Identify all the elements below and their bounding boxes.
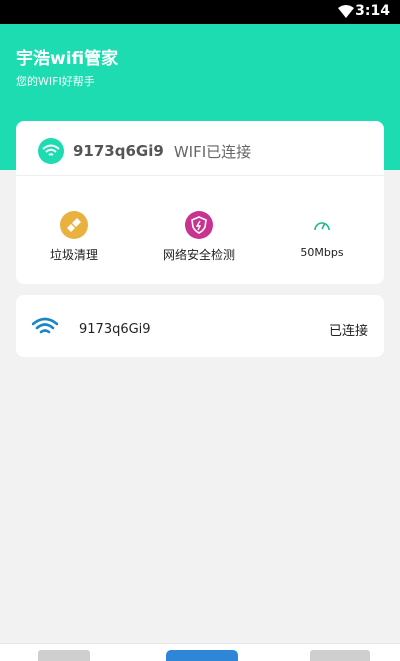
- tab-icon-left[interactable]: [38, 650, 90, 661]
- connection-status: WIFI已连接: [173, 142, 252, 161]
- tab-icon-right[interactable]: [310, 650, 370, 661]
- divider: [16, 175, 384, 176]
- clock: 3:14: [355, 3, 390, 19]
- connection-card: 9173q6Gi9 WIFI已连接 垃圾清理 网络安全检测 50Mbps: [16, 121, 384, 284]
- tab-icon-middle[interactable]: [166, 650, 238, 661]
- connected-ssid: 9173q6Gi9: [73, 142, 164, 160]
- security-check-label: 网络安全检测: [162, 248, 235, 262]
- status-bar: 3:14: [0, 0, 400, 24]
- speedometer-icon: [308, 211, 336, 239]
- app-title: 宇浩wifi管家: [16, 49, 119, 69]
- network-list-item[interactable]: 9173q6Gi9 已连接: [16, 295, 384, 357]
- wifi-icon: [32, 317, 58, 334]
- shield-icon: [185, 211, 213, 239]
- app-subtitle: 您的WIFI好帮手: [16, 75, 95, 88]
- bottom-tab-bar: [0, 643, 400, 661]
- network-status: 已连接: [328, 324, 368, 339]
- speed-test-button[interactable]: 50Mbps: [267, 211, 377, 259]
- wifi-connected-icon: [38, 138, 64, 164]
- junk-clean-label: 垃圾清理: [49, 248, 98, 262]
- security-check-button[interactable]: 网络安全检测: [144, 211, 254, 263]
- network-ssid: 9173q6Gi9: [79, 322, 151, 337]
- wifi-signal-icon: [338, 5, 354, 18]
- broom-icon: [60, 211, 88, 239]
- speed-label: 50Mbps: [300, 246, 344, 259]
- connection-status-row: 9173q6Gi9 WIFI已连接: [38, 138, 252, 164]
- junk-clean-button[interactable]: 垃圾清理: [19, 211, 129, 263]
